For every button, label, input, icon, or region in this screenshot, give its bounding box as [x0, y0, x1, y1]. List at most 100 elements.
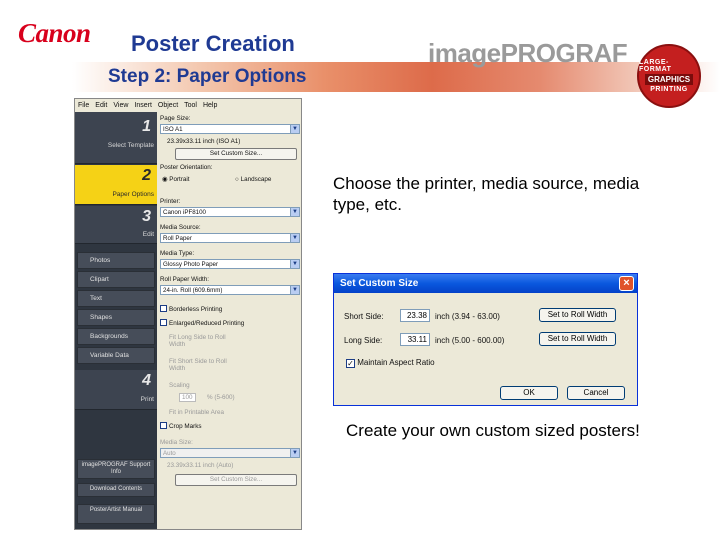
media-type-label: Media Type:	[160, 250, 195, 257]
step-edit[interactable]: 3 Edit	[75, 206, 157, 244]
chevron-down-icon: ▼	[290, 234, 299, 242]
sidebar-item-backgrounds[interactable]: Backgrounds	[77, 328, 155, 345]
borderless-label: Borderless Printing	[169, 306, 223, 313]
step-number: 1	[142, 118, 151, 135]
checkbox-box	[160, 305, 167, 312]
page-size-value: ISO A1	[163, 126, 183, 133]
posterartist-window: File Edit View Insert Object Tool Help 1…	[74, 98, 302, 530]
chevron-down-icon: ▼	[290, 286, 299, 294]
enlarge-label: Enlarged/Reduced Printing	[169, 320, 245, 327]
sidebar-item-photos[interactable]: Photos	[77, 252, 155, 269]
crop-marks-checkbox[interactable]: Crop Marks	[160, 422, 202, 430]
set-roll-width-button-long[interactable]: Set to Roll Width	[539, 332, 616, 346]
orientation-portrait-radio[interactable]: ◉ Portrait	[162, 176, 190, 183]
imageprograf-logo: imagePROGRAF	[428, 38, 628, 68]
chevron-down-icon: ▼	[290, 125, 299, 133]
ok-button[interactable]: OK	[500, 386, 558, 400]
menu-tool[interactable]: Tool	[184, 102, 197, 109]
page-title: Poster Creation	[131, 31, 295, 56]
maintain-aspect-label: Maintain Aspect Ratio	[357, 358, 435, 367]
menu-edit[interactable]: Edit	[95, 102, 107, 109]
short-side-label: Short Side:	[344, 312, 384, 321]
printer-label: Printer:	[160, 198, 181, 205]
media-size-dimensions: 23.39x33.11 inch (Auto)	[167, 462, 234, 469]
orientation-label: Poster Orientation:	[160, 164, 213, 171]
step-number: 4	[142, 372, 151, 389]
page-size-select[interactable]: ISO A1 ▼	[160, 124, 300, 134]
set-roll-width-button-short[interactable]: Set to Roll Width	[539, 308, 616, 322]
checkbox-box	[160, 319, 167, 326]
media-source-label: Media Source:	[160, 224, 201, 231]
large-format-graphics-badge: LARGE-FORMAT GRAPHICS PRINTING	[637, 44, 701, 108]
chevron-down-icon: ▼	[290, 208, 299, 216]
step-label: Print	[140, 396, 154, 403]
sidebar-item-text[interactable]: Text	[77, 290, 155, 307]
borderless-checkbox[interactable]: Borderless Printing	[160, 305, 222, 313]
set-custom-size-dialog: Set Custom Size × Short Side: 23.38 inch…	[333, 273, 638, 406]
landscape-label: Landscape	[240, 176, 272, 183]
fit-long-option[interactable]: Fit Long Side to Roll Width	[169, 334, 239, 348]
short-side-range: inch (3.94 - 63.00)	[435, 312, 500, 321]
menu-bar: File Edit View Insert Object Tool Help	[75, 99, 301, 111]
printer-value: Canon iPF8100	[163, 209, 206, 216]
steps-sidebar: 1 Select Template 2 Paper Options 3 Edit…	[75, 112, 157, 529]
portrait-label: Portrait	[169, 176, 190, 183]
long-side-label: Long Side:	[344, 336, 383, 345]
dialog-titlebar: Set Custom Size	[334, 274, 637, 293]
roll-width-label: Roll Paper Width:	[160, 276, 209, 283]
roll-width-value: 24-in. Roll (609.6mm)	[163, 287, 223, 294]
sidebar-item-shapes[interactable]: Shapes	[77, 309, 155, 326]
scaling-input[interactable]: 100	[179, 393, 196, 402]
short-side-input[interactable]: 23.38	[400, 309, 430, 322]
step-label: Paper Options	[112, 191, 154, 198]
sidebar-item-clipart[interactable]: Clipart	[77, 271, 155, 288]
step-label: Edit	[142, 231, 154, 238]
media-size-select[interactable]: Auto ▼	[160, 448, 300, 458]
menu-file[interactable]: File	[78, 102, 89, 109]
page-subtitle: Step 2: Paper Options	[108, 66, 307, 87]
long-side-input[interactable]: 33.11	[400, 333, 430, 346]
media-type-select[interactable]: Glossy Photo Paper ▼	[160, 259, 300, 269]
checkmark-icon: ✓	[346, 359, 355, 368]
fit-printable-option[interactable]: Fit in Printable Area	[169, 409, 224, 416]
set-custom-size-button[interactable]: Set Custom Size...	[175, 148, 297, 160]
maintain-aspect-checkbox[interactable]: ✓ Maintain Aspect Ratio	[346, 358, 435, 368]
step-number: 3	[142, 208, 151, 225]
chevron-down-icon: ▼	[290, 449, 299, 457]
sidebar-item-variable-data[interactable]: Variable Data	[77, 347, 155, 364]
printer-select[interactable]: Canon iPF8100 ▼	[160, 207, 300, 217]
enlarge-checkbox[interactable]: Enlarged/Reduced Printing	[160, 319, 244, 327]
support-info-button[interactable]: imagePROGRAF Support Info	[77, 459, 155, 479]
set-custom-size-button-disabled[interactable]: Set Custom Size...	[175, 474, 297, 486]
menu-object[interactable]: Object	[158, 102, 178, 109]
checkbox-box	[160, 422, 167, 429]
menu-insert[interactable]: Insert	[134, 102, 152, 109]
posterartist-manual-button[interactable]: PosterArtist Manual	[77, 504, 155, 524]
media-source-select[interactable]: Roll Paper ▼	[160, 233, 300, 243]
step-select-template[interactable]: 1 Select Template	[75, 112, 157, 164]
media-type-value: Glossy Photo Paper	[163, 261, 219, 268]
step-label: Select Template	[107, 142, 154, 149]
badge-top-text: LARGE-FORMAT	[639, 59, 672, 73]
badge-bottom-text: PRINTING	[650, 86, 688, 93]
roll-width-select[interactable]: 24-in. Roll (609.6mm) ▼	[160, 285, 300, 295]
cancel-button[interactable]: Cancel	[567, 386, 625, 400]
chevron-down-icon: ▼	[290, 260, 299, 268]
menu-view[interactable]: View	[113, 102, 128, 109]
download-contents-button[interactable]: Download Contents	[77, 483, 155, 497]
crop-marks-label: Crop Marks	[169, 423, 202, 430]
fit-short-option[interactable]: Fit Short Side to Roll Width	[169, 358, 239, 372]
badge-mid-text: GRAPHICS	[644, 74, 694, 85]
media-source-value: Roll Paper	[163, 235, 192, 242]
dialog-title: Set Custom Size	[340, 278, 419, 289]
scaling-range: % (5-600)	[207, 394, 235, 401]
step-print[interactable]: 4 Print	[75, 370, 157, 410]
close-icon[interactable]: ×	[619, 276, 634, 291]
step-number: 2	[142, 167, 151, 184]
media-size-value: Auto	[163, 450, 176, 457]
scaling-option[interactable]: Scaling	[169, 382, 190, 389]
orientation-landscape-radio[interactable]: ○ Landscape	[235, 176, 271, 183]
step-paper-options[interactable]: 2 Paper Options	[75, 165, 157, 205]
menu-help[interactable]: Help	[203, 102, 217, 109]
description-printer-options: Choose the printer, media source, media …	[333, 174, 640, 214]
